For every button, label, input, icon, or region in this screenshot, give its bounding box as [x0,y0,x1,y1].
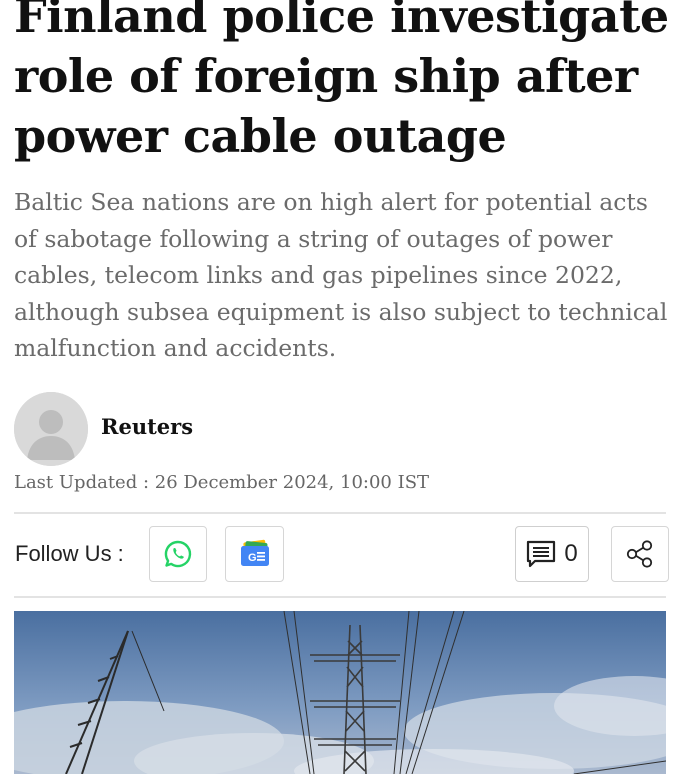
headline-line-2: role of foreign ship after [14,49,638,103]
avatar-placeholder-icon [14,392,88,466]
google-news-icon: G [240,539,269,566]
headline: Finland police investigate role of forei… [14,0,674,166]
divider-top [14,512,666,514]
divider-bottom [14,596,666,598]
article-hero-image[interactable] [14,611,666,774]
share-icon [626,540,653,568]
headline-line-1: Finland police investigate [14,0,669,43]
whatsapp-button[interactable] [149,526,207,582]
article-summary: Baltic Sea nations are on high alert for… [14,188,668,362]
last-updated: Last Updated : 26 December 2024, 10:00 I… [14,472,430,493]
headline-line-3: power cable outage [14,109,507,163]
comment-count: 0 [564,540,578,567]
svg-text:G: G [248,552,257,564]
share-button[interactable] [611,526,669,582]
google-news-button[interactable]: G [225,526,284,582]
comments-button[interactable]: 0 [515,526,589,582]
author-avatar[interactable] [14,392,88,466]
follow-us-label: Follow Us : [15,541,124,566]
comment-icon [527,540,556,568]
power-pylon-photo [14,611,666,774]
whatsapp-icon [164,540,192,568]
author-name[interactable]: Reuters [101,414,193,439]
